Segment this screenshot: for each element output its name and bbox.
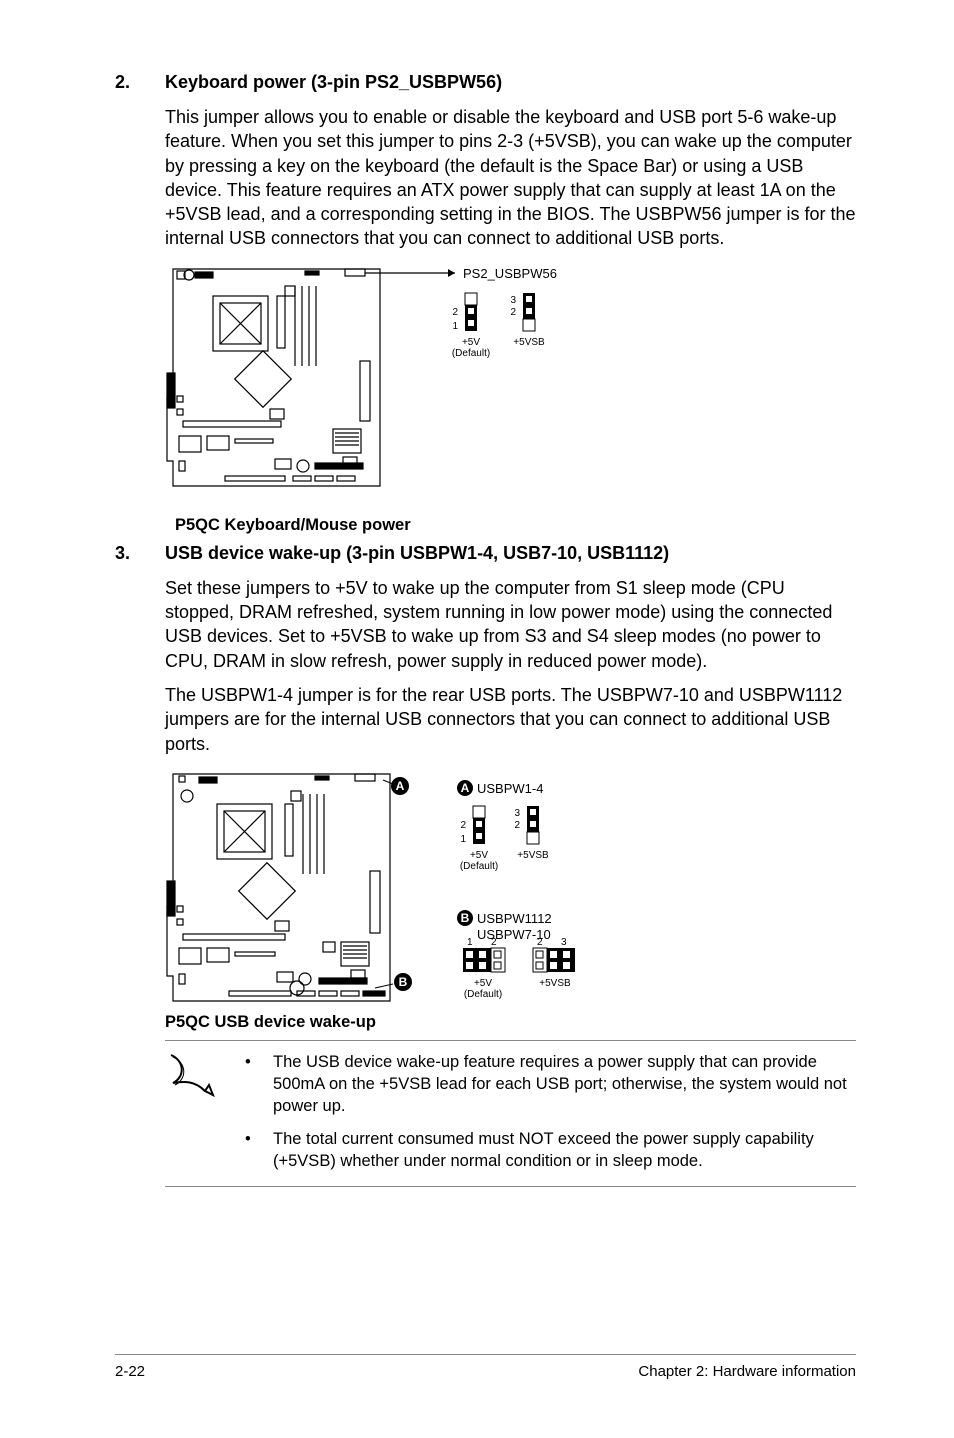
note-item-2: • The total current consumed must NOT ex…	[245, 1128, 856, 1173]
section-2-heading: 2. Keyboard power (3-pin PS2_USBPW56)	[115, 72, 856, 93]
jumper-label: PS2_USBPW56	[463, 266, 557, 281]
svg-text:1: 1	[452, 321, 458, 332]
section-2-caption: P5QC Keyboard/Mouse power	[175, 516, 856, 535]
section-2-paragraph: This jumper allows you to enable or disa…	[165, 105, 856, 251]
svg-text:USBPW1-4: USBPW1-4	[477, 781, 543, 796]
footer-page-number: 2-22	[115, 1363, 145, 1380]
section-2-number: 2.	[115, 72, 165, 93]
section-3-number: 3.	[115, 543, 165, 564]
note-item-1: • The USB device wake-up feature require…	[245, 1051, 856, 1118]
footer-chapter: Chapter 2: Hardware information	[638, 1363, 856, 1380]
section-3-heading: 3. USB device wake-up (3-pin USBPW1-4, U…	[115, 543, 856, 564]
note-block: • The USB device wake-up feature require…	[165, 1040, 856, 1187]
svg-text:B: B	[461, 911, 470, 925]
section-3-paragraph-1: Set these jumpers to +5V to wake up the …	[165, 576, 856, 673]
svg-text:+5V: +5V	[462, 337, 480, 348]
svg-text:2: 2	[537, 937, 543, 948]
note-icon	[165, 1051, 245, 1172]
svg-text:+5VSB: +5VSB	[517, 850, 549, 861]
svg-text:(Default): (Default)	[460, 861, 498, 872]
svg-text:+5VSB: +5VSB	[513, 337, 545, 348]
svg-text:A: A	[396, 779, 405, 793]
section-3-title: USB device wake-up (3-pin USBPW1-4, USB7…	[165, 543, 669, 564]
svg-text:2: 2	[491, 937, 497, 948]
svg-text:1: 1	[460, 834, 466, 845]
svg-text:3: 3	[561, 937, 567, 948]
section-3-diagram: A B A USBPW1-4 2 1 +5V	[165, 766, 856, 1032]
svg-text:+5V: +5V	[474, 978, 492, 989]
svg-text:2: 2	[452, 307, 458, 318]
section-2-diagram: PS2_USBPW56 2 1 +5V (Default) 3 2	[165, 261, 856, 535]
svg-text:+5VSB: +5VSB	[539, 978, 571, 989]
svg-text:B: B	[399, 975, 408, 989]
section-2-title: Keyboard power (3-pin PS2_USBPW56)	[165, 72, 502, 93]
svg-text:(Default): (Default)	[464, 989, 502, 1000]
svg-text:2: 2	[460, 820, 466, 831]
svg-text:3: 3	[510, 295, 516, 306]
svg-text:(Default): (Default)	[452, 348, 490, 359]
svg-text:2: 2	[514, 820, 520, 831]
section-3-paragraph-2: The USBPW1-4 jumper is for the rear USB …	[165, 683, 856, 756]
svg-text:2: 2	[510, 307, 516, 318]
svg-text:3: 3	[514, 808, 520, 819]
svg-text:1: 1	[467, 937, 473, 948]
svg-text:A: A	[461, 781, 470, 795]
svg-text:+5V: +5V	[470, 850, 488, 861]
svg-text:USBPW1112: USBPW1112	[477, 911, 552, 926]
page-footer: 2-22 Chapter 2: Hardware information	[115, 1354, 856, 1380]
